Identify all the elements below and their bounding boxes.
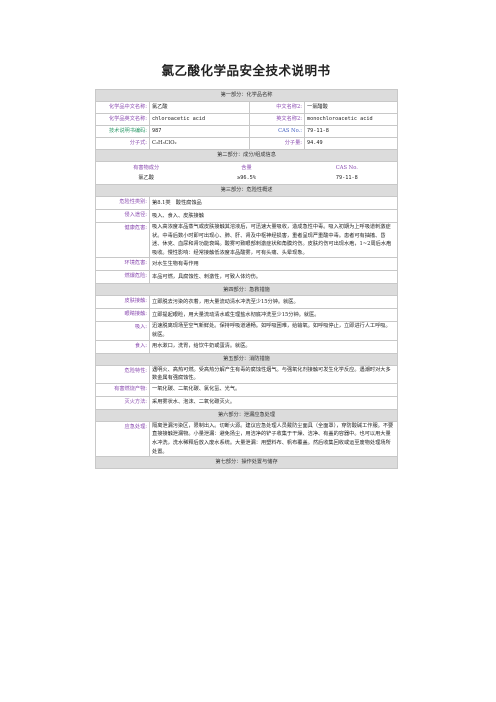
label-inhalation: 吸入: — [95, 321, 150, 341]
label-cas-no: CAS No.: — [249, 125, 305, 138]
section-4-header: 第四部分：急救措施 — [94, 283, 399, 297]
label-ingestion: 食入: — [95, 339, 150, 354]
label-cn-name-2: 中文名称2: — [249, 101, 305, 114]
label-hazard-properties: 危险特性: — [95, 364, 150, 384]
section-2-header: 第二部分：成分/组成信息 — [94, 149, 399, 162]
value-combustion-products: 一氧化碳、二氧化碳、氯化氢、光气。 — [148, 382, 399, 397]
value-env-hazard: 对水生生物有毒作用 — [148, 257, 399, 272]
label-spec-code: 技术说明书编码: — [95, 125, 150, 138]
label-extinguishing: 灭火方法: — [95, 395, 150, 410]
label-emergency-handling: 应急处理: — [95, 420, 150, 458]
value-cn-name: 氯乙酸 — [149, 101, 250, 114]
value-entry-route: 吸入、食入、皮肤接触 — [148, 209, 399, 223]
section-5-header: 第五部分：消防措施 — [94, 352, 399, 366]
label-en-name: 化学品英文名称: — [95, 113, 150, 126]
value-health-hazard: 吸入高浓度本品蒸气或皮肤接触其溶液后，可迅速大量吸收，造成急性中毒。吸入初期为上… — [148, 221, 399, 259]
value-emergency-handling: 隔离泄漏污染区，限制出入。切断火源。建议应急处理人员戴防尘面具（全面罩），穿防酸… — [148, 420, 399, 458]
value-extinguishing: 采用雾状水、泡沫、二氧化碳灭火。 — [148, 395, 399, 410]
value-mol-weight: 94.49 — [303, 137, 399, 150]
value-hazard-class: 第8.1类 酸性腐蚀品 — [148, 196, 399, 210]
label-entry-route: 侵入途径: — [95, 209, 150, 223]
label-eye-contact: 眼睛接触: — [95, 308, 150, 323]
value-spec-code: 987 — [149, 125, 250, 138]
document-page: 氯乙酸化学品安全技术说明书 第一部分：化学品名称 化学品中文名称: 氯乙酸 中文… — [94, 63, 399, 470]
comp-col-content: 含量 — [241, 164, 252, 171]
value-cas-no: 79-11-8 — [303, 125, 399, 138]
value-explosion-hazard: 本品可燃，具腐蚀性、刺激性，可致人体灼伤。 — [148, 270, 399, 285]
value-hazard-properties: 遇明火、高热可燃。受高热分解产生有毒的腐蚀性烟气。与强氧化剂接触可发生化学反应。… — [148, 364, 399, 384]
value-cn-name-2: 一氯醋酸 — [303, 101, 399, 114]
comp-col-cas: CAS No. — [335, 164, 358, 171]
label-combustion-products: 有害燃烧产物: — [95, 382, 150, 397]
label-hazard-class: 危险性类别: — [95, 196, 150, 210]
section-3-header: 第三部分：危险性概述 — [94, 184, 399, 197]
value-inhalation: 迅速脱离现场至空气新鲜处。保持呼吸道通畅。如呼吸困难，给输氧。如呼吸停止，立即进… — [148, 321, 399, 341]
comp-substance: 氯乙酸 — [138, 174, 154, 181]
section-6-header: 第六部分：泄漏应急处理 — [94, 408, 399, 422]
label-en-name-2: 英文名称2: — [249, 113, 305, 126]
value-en-name-2: monochloroacetic acid — [303, 113, 399, 126]
section-1-header: 第一部分：化学品名称 — [94, 89, 399, 102]
value-formula: C₂H₃ClO₂ — [149, 137, 250, 150]
label-cn-name: 化学品中文名称: — [95, 101, 150, 114]
comp-cas: 79-11-8 — [335, 174, 358, 181]
document-title: 氯乙酸化学品安全技术说明书 — [161, 63, 331, 78]
value-en-name: chloroacetic acid — [149, 113, 250, 126]
msds-table: 第一部分：化学品名称 化学品中文名称: 氯乙酸 中文名称2: 一氯醋酸 化学品英… — [94, 89, 399, 470]
value-eye-contact: 立即提起眼睑，用大量流动清水或生理盐水彻底冲洗至少15分钟。就医。 — [148, 308, 399, 323]
comp-col-substance: 有害物成分 — [133, 164, 160, 171]
label-env-hazard: 环境危害: — [95, 257, 150, 272]
label-mol-weight: 分子量: — [249, 137, 305, 150]
composition-table: 有害物成分 含量 CAS No. 氯乙酸 ≥96.5% 79-11-8 — [96, 163, 397, 183]
label-formula: 分子式: — [95, 137, 150, 150]
label-skin-contact: 皮肤接触: — [95, 295, 150, 310]
value-skin-contact: 立即脱去污染的衣着，用大量流动清水冲洗至少15分钟。就医。 — [148, 295, 399, 310]
label-health-hazard: 健康危害: — [95, 221, 150, 259]
value-ingestion: 用水漱口，洗胃，给饮牛奶或蛋清。就医。 — [148, 339, 399, 354]
section-7-header: 第七部分：操作处置与储存 — [94, 456, 399, 470]
label-explosion-hazard: 燃爆危险: — [95, 270, 150, 285]
comp-content: ≥96.5% — [237, 174, 256, 181]
